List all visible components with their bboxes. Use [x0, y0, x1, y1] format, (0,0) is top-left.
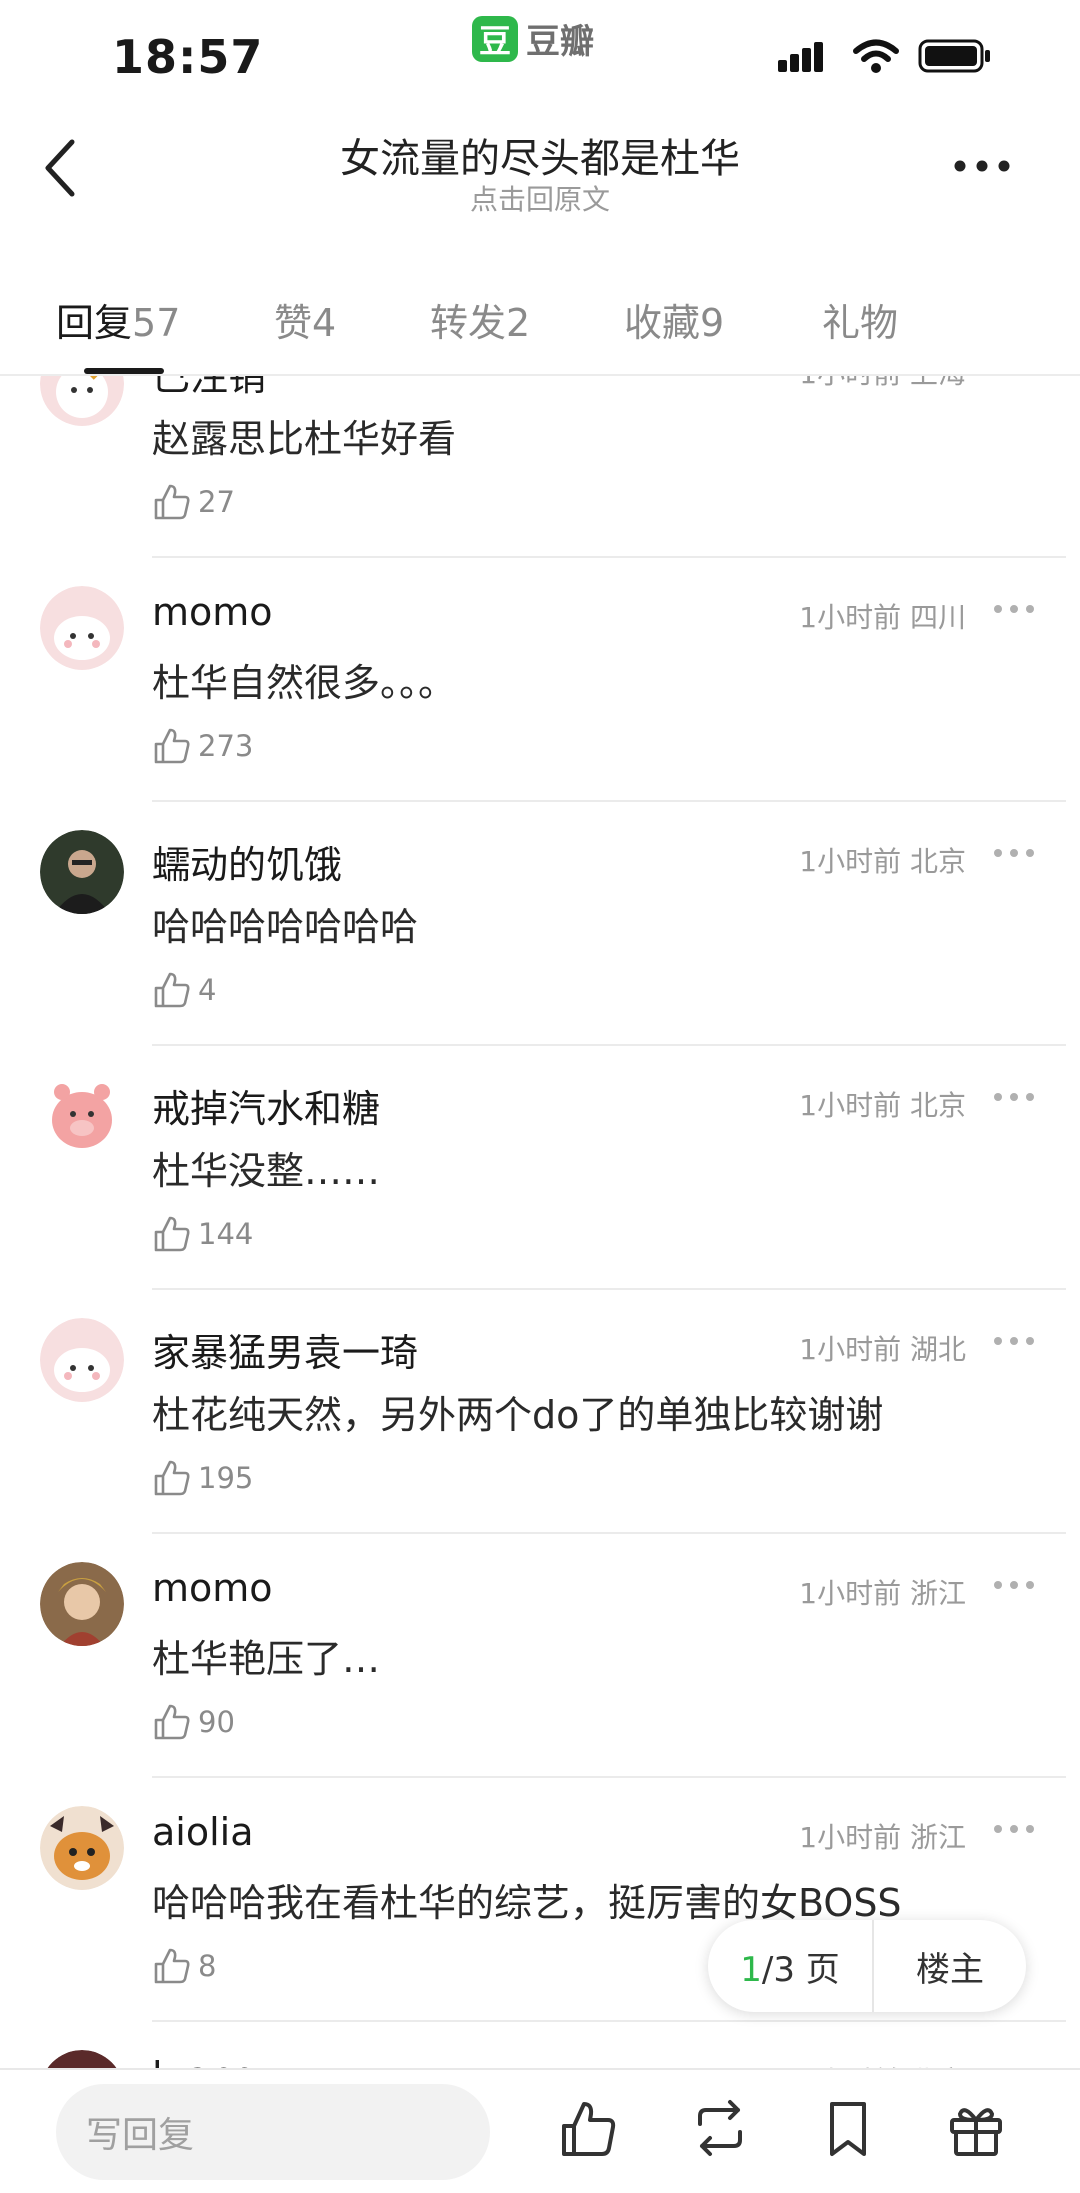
wifi-icon	[853, 39, 899, 73]
avatar[interactable]	[40, 376, 124, 426]
avatar[interactable]	[40, 1318, 124, 1402]
app-badge: 豆 豆瓣	[472, 14, 594, 63]
comment-item: momo 1小时前 浙江 杜华艳压了… 90	[0, 1534, 1080, 1778]
thumbs-up-icon	[154, 1704, 190, 1740]
bookmark-icon[interactable]	[816, 2096, 880, 2160]
thumbs-up-icon	[154, 972, 190, 1008]
page-total: /3 页	[761, 1949, 840, 1990]
like-count: 4	[198, 973, 217, 1007]
comment-text: 哈哈哈我在看杜华的综艺，挺厉害的女BOSS	[152, 1881, 902, 1925]
thumbs-up-icon	[154, 728, 190, 764]
tab-reposts[interactable]: 转发2	[430, 292, 530, 347]
like-button[interactable]: 273	[152, 726, 253, 766]
comment-list[interactable]: 已注销 1小时前 上海 赵露思比杜华好看 27 momo 1小时前 四川 杜华自…	[0, 376, 1080, 2076]
comment-item: 戒掉汽水和糖 1小时前 北京 杜华没整…… 144	[0, 1046, 1080, 1290]
thumbs-up-icon	[154, 484, 190, 520]
like-button[interactable]: 4	[152, 970, 216, 1010]
tab-count: 9	[700, 301, 725, 345]
comment-meta: 1小时前 北京	[799, 1089, 966, 1122]
comment-more-icon[interactable]	[992, 1326, 1036, 1356]
like-count: 27	[198, 485, 235, 519]
comment-item: 家暴猛男袁一琦 1小时前 湖北 杜花纯天然，另外两个do了的单独比较谢谢 195	[0, 1290, 1080, 1534]
avatar[interactable]	[40, 1806, 124, 1890]
tab-count: 2	[506, 301, 531, 345]
tab-collections[interactable]: 收藏9	[624, 292, 724, 347]
page-title: 女流量的尽头都是杜华	[340, 136, 740, 182]
comment-text: 杜花纯天然，另外两个do了的单独比较谢谢	[152, 1393, 884, 1437]
comment-text: 杜华艳压了…	[152, 1637, 381, 1681]
avatar[interactable]	[40, 1074, 124, 1158]
tab-label: 收藏	[624, 301, 701, 345]
comment-text: 赵露思比杜华好看	[152, 417, 457, 461]
tab-label: 赞	[274, 301, 313, 345]
comment-more-icon[interactable]	[992, 838, 1036, 868]
like-count: 144	[198, 1217, 254, 1251]
comment-meta: 1小时前 湖北	[799, 1333, 966, 1366]
reply-input[interactable]: 写回复	[56, 2084, 490, 2180]
like-count: 90	[198, 1705, 235, 1739]
comment-more-icon[interactable]	[992, 1814, 1036, 1844]
like-button[interactable]: 195	[152, 1458, 253, 1498]
comment-text: 杜华自然很多。。。	[152, 661, 457, 705]
gift-icon[interactable]	[944, 2096, 1008, 2160]
comment-item: 蠕动的饥饿 1小时前 北京 哈哈哈哈哈哈哈 4	[0, 802, 1080, 1046]
comment-more-icon[interactable]	[992, 376, 1036, 380]
username[interactable]: 家暴猛男袁一琦	[152, 1322, 418, 1377]
repost-icon[interactable]	[688, 2096, 752, 2160]
app-name: 豆瓣	[526, 22, 594, 62]
status-time: 18:57	[112, 30, 264, 84]
battery-icon	[918, 39, 990, 73]
more-options-icon[interactable]	[952, 156, 1012, 176]
comment-text: 杜华没整……	[152, 1149, 381, 1193]
like-button[interactable]: 8	[152, 1946, 216, 1986]
username[interactable]: 已注销	[152, 376, 266, 401]
username[interactable]: 蠕动的饥饿	[152, 834, 342, 889]
like-button[interactable]: 144	[152, 1214, 253, 1254]
comment-item: momo 1小时前 四川 杜华自然很多。。。 273	[0, 558, 1080, 802]
comment-meta: 1小时前 北京	[799, 845, 966, 878]
tab-count: 57	[132, 301, 181, 345]
comment-text: 哈哈哈哈哈哈哈	[152, 905, 419, 949]
like-post-icon[interactable]	[556, 2096, 620, 2160]
comment-meta: 1小时前 四川	[799, 601, 966, 634]
avatar[interactable]	[40, 830, 124, 914]
page-indicator[interactable]: 1/3 页	[708, 1942, 872, 1991]
username[interactable]: aiolia	[152, 1810, 254, 1854]
like-button[interactable]: 90	[152, 1702, 235, 1742]
cellular-signal-icon	[778, 42, 823, 72]
comment-more-icon[interactable]	[992, 1082, 1036, 1112]
comment-meta: 1小时前 浙江	[799, 1821, 966, 1854]
comment-meta: 1小时前 浙江	[799, 1577, 966, 1610]
tab-label: 转发	[430, 301, 507, 345]
thumbs-up-icon	[154, 1460, 190, 1496]
douban-logo-icon: 豆	[472, 15, 518, 62]
comment-meta: 1小时前 上海	[799, 376, 966, 392]
username[interactable]: momo	[152, 1566, 273, 1610]
tab-gifts[interactable]: 礼物	[822, 292, 898, 347]
like-count: 195	[198, 1461, 254, 1495]
comment-more-icon[interactable]	[992, 594, 1036, 624]
like-count: 8	[198, 1949, 217, 1983]
thumbs-up-icon	[154, 1948, 190, 1984]
username[interactable]: 戒掉汽水和糖	[152, 1078, 380, 1133]
tab-count: 4	[312, 301, 337, 345]
like-button[interactable]: 27	[152, 482, 235, 522]
avatar[interactable]	[40, 1562, 124, 1646]
current-page: 1	[740, 1949, 762, 1990]
comment-item: 已注销 1小时前 上海 赵露思比杜华好看 27	[0, 376, 1080, 558]
username[interactable]: momo	[152, 590, 273, 634]
tab-label: 礼物	[822, 301, 899, 345]
tab-replies[interactable]: 回复57	[56, 292, 180, 347]
avatar[interactable]	[40, 586, 124, 670]
tab-label: 回复	[56, 301, 133, 345]
like-count: 273	[198, 729, 254, 763]
thumbs-up-icon	[154, 1216, 190, 1252]
thread-owner-filter-button[interactable]: 楼主	[874, 1942, 1026, 1991]
page-navigator: 1/3 页 楼主	[708, 1920, 1026, 2012]
comment-more-icon[interactable]	[992, 1570, 1036, 1600]
tab-likes[interactable]: 赞4	[274, 292, 336, 347]
back-to-original-link[interactable]: 点击回原文	[0, 178, 1080, 218]
